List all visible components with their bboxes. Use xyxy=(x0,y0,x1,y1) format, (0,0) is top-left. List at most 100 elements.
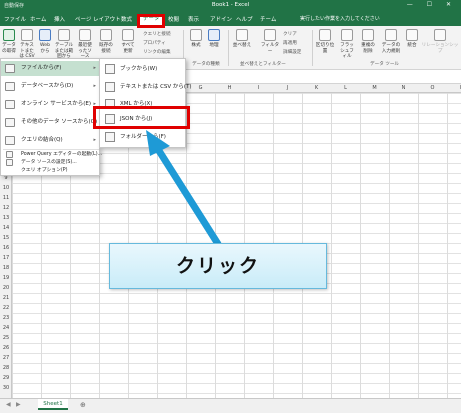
row-header[interactable]: 28 xyxy=(0,365,12,371)
filter-button[interactable]: フィルター xyxy=(260,29,280,54)
connection-icon xyxy=(100,29,112,41)
database-icon xyxy=(5,82,15,91)
advanced-item[interactable]: 詳細設定 xyxy=(283,49,301,55)
row-header[interactable]: 12 xyxy=(0,205,12,211)
columns-icon xyxy=(319,29,331,41)
ribbon-divider xyxy=(228,30,229,66)
data-validation-button[interactable]: データの入力規則 xyxy=(380,29,402,54)
menu-item-combine-queries[interactable]: クエリの結合(Q) ▸ xyxy=(1,133,99,148)
row-header[interactable]: 10 xyxy=(0,185,12,191)
reapply-item[interactable]: 再適用 xyxy=(283,40,297,46)
row-header[interactable]: 18 xyxy=(0,265,12,271)
refresh-all-button[interactable]: すべて更新 xyxy=(120,29,136,54)
remove-duplicates-button[interactable]: 重複の削除 xyxy=(359,29,377,54)
menu-item-from-other-sources[interactable]: その他のデータ ソースから(O) ▸ xyxy=(1,115,99,130)
row-header[interactable]: 21 xyxy=(0,295,12,301)
stocks-button[interactable]: 株式 xyxy=(188,29,204,49)
get-data-menu: ファイルから(F) ▸ データベースから(D) ▸ オンライン サービスから(E) ▸… xyxy=(0,58,102,176)
tab-formulas[interactable]: 数式 xyxy=(121,15,132,23)
text-to-columns-button[interactable]: 区切り位置 xyxy=(315,29,335,54)
recent-icon xyxy=(79,29,91,41)
from-web-button[interactable]: Web から xyxy=(38,29,52,54)
tell-me-search[interactable]: 実行したい作業を入力してください xyxy=(300,15,380,22)
properties-item[interactable]: プロパティ xyxy=(143,40,166,46)
relationships-button[interactable]: リレーションシップ xyxy=(421,29,459,54)
tab-view[interactable]: 表示 xyxy=(188,15,199,23)
row-header[interactable]: 13 xyxy=(0,215,12,221)
geography-button[interactable]: 地理 xyxy=(206,29,222,49)
row-header[interactable]: 16 xyxy=(0,245,12,251)
tab-addins[interactable]: アドイン xyxy=(210,15,232,23)
column-header[interactable]: M xyxy=(360,85,389,91)
text-file-icon xyxy=(21,29,33,41)
column-header[interactable]: L xyxy=(331,85,360,91)
window-controls[interactable]: — ☐ ✕ xyxy=(407,1,457,8)
callout-text: クリック xyxy=(175,255,260,277)
menu-item-query-options[interactable]: クエリ オプション(P) xyxy=(1,166,99,175)
menu-item-from-workbook[interactable]: ブックから(W) xyxy=(100,61,185,77)
highlight-json-item xyxy=(93,106,190,129)
consolidate-button[interactable]: 統合 xyxy=(405,29,419,49)
next-sheet-icon[interactable]: ▶ xyxy=(16,401,21,408)
row-header[interactable]: 15 xyxy=(0,235,12,241)
tab-page-layout[interactable]: ページ レイアウト xyxy=(75,15,121,23)
prev-sheet-icon[interactable]: ◀ xyxy=(6,401,11,408)
menu-item-from-online-services[interactable]: オンライン サービスから(E) ▸ xyxy=(1,97,99,112)
power-query-icon xyxy=(6,151,13,158)
row-header[interactable]: 29 xyxy=(0,375,12,381)
existing-connections-button[interactable]: 既存の接続 xyxy=(98,29,114,54)
filter-icon xyxy=(264,29,276,41)
file-icon xyxy=(5,64,15,73)
column-header[interactable]: I xyxy=(244,85,273,91)
row-header[interactable]: 11 xyxy=(0,195,12,201)
row-header[interactable]: 26 xyxy=(0,345,12,351)
row-header[interactable]: 17 xyxy=(0,255,12,261)
tab-help[interactable]: ヘルプ xyxy=(236,15,253,23)
from-table-button[interactable]: テーブルまたは範囲から xyxy=(54,29,74,60)
menu-item-from-folder[interactable]: フォルダーから(F) xyxy=(100,129,185,145)
queries-connections-item[interactable]: クエリと接続 xyxy=(143,31,171,37)
column-header[interactable]: K xyxy=(302,85,331,91)
column-header[interactable]: O xyxy=(418,85,447,91)
ribbon-divider xyxy=(312,30,313,66)
sort-icon xyxy=(236,29,248,41)
group-data-types: データの種類 xyxy=(192,62,220,67)
sheet-tab-sheet1[interactable]: Sheet1 xyxy=(38,399,68,410)
from-file-submenu: ブックから(W) テキストまたは CSV から(T) XML から(X) JSO… xyxy=(99,58,192,148)
column-header[interactable]: J xyxy=(273,85,302,91)
other-sources-icon xyxy=(5,118,15,127)
row-header[interactable]: 24 xyxy=(0,325,12,331)
folder-icon xyxy=(105,132,115,142)
tab-review[interactable]: 校閲 xyxy=(168,15,179,23)
submenu-arrow-icon: ▸ xyxy=(93,65,96,71)
clear-item[interactable]: クリア xyxy=(283,31,297,37)
edit-links-item[interactable]: リンクの編集 xyxy=(143,49,171,55)
sort-button[interactable]: 並べ替え xyxy=(232,29,252,49)
tab-file[interactable]: ファイル xyxy=(4,15,26,23)
menu-item-from-database[interactable]: データベースから(D) ▸ xyxy=(1,79,99,94)
tab-home[interactable]: ホーム xyxy=(30,15,46,23)
get-data-button[interactable]: データの取得 xyxy=(1,29,17,54)
menu-item-from-text-csv[interactable]: テキストまたは CSV から(T) xyxy=(100,79,192,95)
refresh-icon xyxy=(122,29,134,41)
row-header[interactable]: 14 xyxy=(0,225,12,231)
column-header[interactable]: P xyxy=(447,85,461,91)
title-bar: 自動保存 Book1 - Excel — ☐ ✕ xyxy=(0,0,461,12)
recent-sources-button[interactable]: 最近使ったソース xyxy=(76,29,94,60)
row-header[interactable]: 19 xyxy=(0,275,12,281)
row-header[interactable]: 25 xyxy=(0,335,12,341)
text-file-icon xyxy=(105,82,115,92)
row-header[interactable]: 23 xyxy=(0,315,12,321)
column-header[interactable]: H xyxy=(215,85,244,91)
tab-insert[interactable]: 挿入 xyxy=(54,15,65,23)
add-sheet-icon[interactable]: ⊕ xyxy=(80,401,86,409)
row-header[interactable]: 27 xyxy=(0,355,12,361)
row-header[interactable]: 20 xyxy=(0,285,12,291)
menu-item-from-file[interactable]: ファイルから(F) ▸ xyxy=(1,61,99,76)
flash-fill-button[interactable]: フラッシュフィル xyxy=(338,29,356,60)
web-icon xyxy=(39,29,51,41)
tab-team[interactable]: チーム xyxy=(260,15,276,23)
column-header[interactable]: N xyxy=(389,85,418,91)
row-header[interactable]: 22 xyxy=(0,305,12,311)
row-header[interactable]: 30 xyxy=(0,385,12,391)
